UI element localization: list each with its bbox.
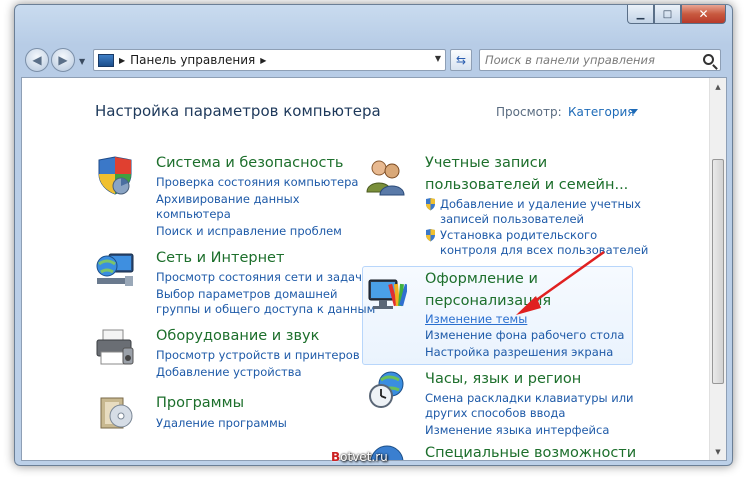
- minimize-button[interactable]: ▁: [627, 5, 654, 24]
- category-network-title[interactable]: Сеть и Интернет: [156, 249, 284, 267]
- link-change-desktop-background[interactable]: Изменение фона рабочего стола: [425, 328, 624, 342]
- link-uninstall-program[interactable]: Удаление программы: [156, 416, 287, 430]
- link-keyboard-layout-line1[interactable]: Смена раскладки клавиатуры или: [425, 391, 634, 405]
- category-clock-title[interactable]: Часы, язык и регион: [425, 370, 581, 388]
- watermark: Botvet.ru: [331, 450, 388, 464]
- network-globe-icon[interactable]: [95, 250, 135, 290]
- clock-globe-icon[interactable]: [367, 370, 407, 410]
- search-icon[interactable]: [703, 54, 714, 65]
- page-title: Настройка параметров компьютера: [95, 102, 381, 120]
- address-dropdown-icon[interactable]: ▼: [435, 54, 441, 63]
- link-homegroup-line2[interactable]: группы и общего доступа к данным: [156, 302, 375, 316]
- annotation-arrow-icon: [516, 250, 605, 315]
- category-system-security-title[interactable]: Система и безопасность: [156, 154, 343, 172]
- link-adjust-screen-resolution[interactable]: Настройка разрешения экрана: [425, 345, 613, 359]
- navigation-bar: ◀ ▶ ▼ ▶ Панель управления ▶ ▼ ⇆: [21, 45, 727, 73]
- uac-shield-icon: [426, 198, 435, 211]
- category-accounts-title-line2[interactable]: пользователей и семейн...: [425, 176, 628, 194]
- link-backup-line2[interactable]: компьютера: [156, 207, 231, 221]
- link-add-remove-accounts-line2[interactable]: записей пользователей: [440, 212, 584, 226]
- window-caption-buttons: ▁ □ ✕: [627, 5, 726, 24]
- link-homegroup-line1[interactable]: Выбор параметров домашней: [156, 287, 337, 301]
- scrollbar-thumb[interactable]: [712, 159, 724, 384]
- breadcrumb-separator-icon[interactable]: ▶: [260, 56, 266, 65]
- address-bar[interactable]: ▶ Панель управления ▶ ▼: [93, 49, 446, 71]
- uac-shield-icon: [426, 229, 435, 242]
- link-parental-controls-line1[interactable]: Установка родительского: [440, 228, 597, 242]
- link-backup-line1[interactable]: Архивирование данных: [156, 192, 300, 206]
- refresh-icon: ⇆: [455, 53, 467, 67]
- arrow-left-icon: ◀: [32, 53, 42, 67]
- link-network-status[interactable]: Просмотр состояния сети и задач: [156, 270, 362, 284]
- breadcrumb-control-panel[interactable]: Панель управления: [130, 53, 255, 67]
- link-keyboard-layout-line2[interactable]: других способов ввода: [425, 406, 565, 420]
- control-panel-icon: [98, 53, 114, 67]
- category-accessibility-title[interactable]: Специальные возможности: [425, 444, 636, 460]
- back-button[interactable]: ◀: [25, 48, 49, 72]
- users-icon[interactable]: [365, 156, 405, 196]
- programs-box-icon[interactable]: [95, 392, 135, 432]
- printer-icon[interactable]: [95, 328, 135, 368]
- minimize-icon: ▁: [636, 8, 645, 20]
- main-content: Настройка параметров компьютера Просмотр…: [21, 77, 727, 461]
- refresh-button[interactable]: ⇆: [450, 49, 472, 71]
- view-by-dropdown[interactable]: Категория: [568, 105, 635, 119]
- link-check-computer-status[interactable]: Проверка состояния компьютера: [156, 175, 358, 189]
- link-add-device[interactable]: Добавление устройства: [156, 365, 302, 379]
- forward-button[interactable]: ▶: [51, 48, 75, 72]
- appearance-monitor-icon[interactable]: [367, 274, 407, 314]
- control-panel-window: ▁ □ ✕ ◀ ▶ ▼ ▶ Панель управления ▶ ▼ ⇆ На…: [14, 4, 733, 466]
- vertical-scrollbar[interactable]: ▲ ▼: [709, 78, 726, 460]
- recent-pages-dropdown[interactable]: ▼: [79, 57, 85, 66]
- link-devices-printers[interactable]: Просмотр устройств и принтеров: [156, 348, 360, 362]
- scroll-down-icon[interactable]: ▼: [710, 443, 726, 460]
- category-hardware-title[interactable]: Оборудование и звук: [156, 327, 319, 345]
- shield-computer-icon[interactable]: [95, 156, 135, 196]
- link-troubleshoot[interactable]: Поиск и исправление проблем: [156, 224, 342, 238]
- arrow-right-icon: ▶: [58, 53, 68, 67]
- category-programs-title[interactable]: Программы: [156, 394, 244, 412]
- category-accounts-title-line1[interactable]: Учетные записи: [425, 154, 547, 172]
- search-box[interactable]: [479, 49, 721, 71]
- scroll-up-icon[interactable]: ▲: [710, 78, 726, 95]
- maximize-button[interactable]: □: [654, 5, 681, 24]
- link-change-display-language[interactable]: Изменение языка интерфейса: [425, 423, 609, 437]
- search-input[interactable]: [485, 53, 695, 67]
- link-add-remove-accounts-line1[interactable]: Добавление и удаление учетных: [440, 197, 641, 211]
- breadcrumb-separator-icon[interactable]: ▶: [119, 56, 125, 65]
- close-icon: ✕: [698, 7, 709, 21]
- maximize-icon: □: [662, 8, 673, 20]
- close-button[interactable]: ✕: [681, 5, 726, 24]
- chevron-down-icon[interactable]: [630, 109, 638, 114]
- view-by-label: Просмотр:: [496, 105, 562, 119]
